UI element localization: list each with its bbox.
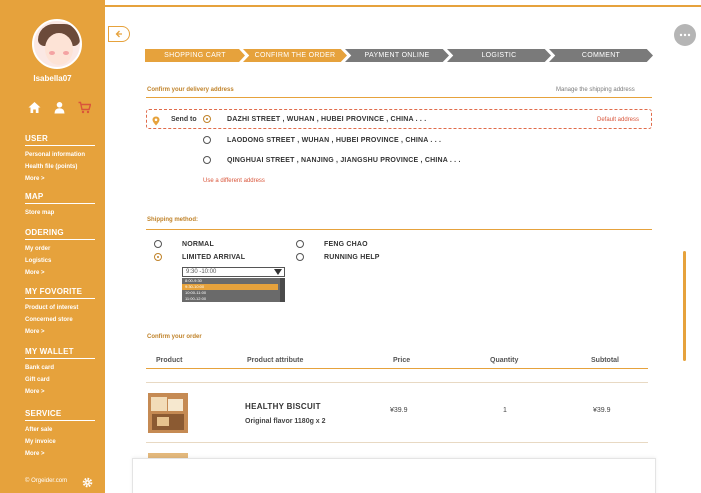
sidebar-section-favorite: MY FOVORITE Product of interest Concerne… xyxy=(25,287,95,338)
order-section-title: Confirm your order xyxy=(147,334,202,340)
sidebar-heading: SERVICE xyxy=(25,409,95,421)
address-option-3[interactable]: QINGHUAI STREET , NANJING , JIANGSHU PRO… xyxy=(227,157,461,164)
sidebar-item-my-invoice[interactable]: My invoice xyxy=(25,436,95,448)
send-to-label: Send to xyxy=(171,116,197,123)
sidebar-item-more[interactable]: More > xyxy=(25,267,95,279)
avatar[interactable] xyxy=(32,19,82,69)
sidebar-heading: MY WALLET xyxy=(25,347,95,359)
username: Isabella07 xyxy=(33,74,72,83)
user-icon[interactable] xyxy=(53,101,66,114)
sidebar-item-my-order[interactable]: My order xyxy=(25,243,95,255)
column-header-product: Product xyxy=(156,357,183,364)
address-option-1[interactable]: DAZHI STREET , WUHAN , HUBEI PROVINCE , … xyxy=(227,116,426,123)
step-logistic[interactable]: LOGISTIC xyxy=(447,49,551,62)
sidebar-item-personal-information[interactable]: Personal information xyxy=(25,149,95,161)
checkout-steps: SHOPPING CART CONFIRM THE ORDER PAYMENT … xyxy=(145,49,653,62)
chevron-down-icon[interactable] xyxy=(274,269,282,275)
column-header-attribute: Product attribute xyxy=(247,357,304,364)
manage-address-link[interactable]: Manage the shipping address xyxy=(556,87,635,93)
sidebar-item-more[interactable]: More > xyxy=(25,326,95,338)
step-comment[interactable]: COMMENT xyxy=(549,49,653,62)
sidebar-item-more[interactable]: More > xyxy=(25,386,95,398)
product-attribute: Original flavor 1180g x 2 xyxy=(245,418,326,425)
sidebar-item-product-of-interest[interactable]: Product of interest xyxy=(25,302,95,314)
shipping-section-title: Shipping method: xyxy=(147,217,198,223)
back-arrow-icon[interactable] xyxy=(108,26,130,42)
cart-icon[interactable] xyxy=(78,101,92,114)
sidebar-item-health-file[interactable]: Health file (points) xyxy=(25,161,95,173)
shipping-radio-running-help[interactable] xyxy=(296,253,304,261)
column-header-quantity: Quantity xyxy=(490,357,519,364)
gear-icon[interactable] xyxy=(82,475,93,488)
sidebar-item-concerned-store[interactable]: Concerned store xyxy=(25,314,95,326)
page-scrollbar[interactable] xyxy=(683,251,686,361)
product-quantity: 1 xyxy=(503,407,507,414)
sidebar-section-ordering: ODERING My order Logistics More > xyxy=(25,228,95,279)
sidebar-heading: USER xyxy=(25,134,95,146)
dropdown-scrollbar[interactable] xyxy=(280,278,285,302)
top-accent-line xyxy=(105,5,701,7)
step-shopping-cart[interactable]: SHOPPING CART xyxy=(145,49,245,62)
address-section-title: Confirm your delivery address xyxy=(147,87,234,93)
shipping-option-limited-arrival[interactable]: LIMITED ARRIVAL xyxy=(182,254,245,261)
divider xyxy=(146,229,652,230)
sidebar-item-after-sale[interactable]: After sale xyxy=(25,424,95,436)
sidebar-heading: MY FOVORITE xyxy=(25,287,95,299)
sidebar: Isabella07 USER Personal information Hea… xyxy=(0,0,105,493)
sidebar-item-logistics[interactable]: Logistics xyxy=(25,255,95,267)
product-subtotal: ¥39.9 xyxy=(593,407,611,414)
product-image[interactable] xyxy=(148,393,188,433)
delivery-time-dropdown: 8:00-9:30 9:30-10:00 10:00-11:00 11:00-1… xyxy=(182,278,285,302)
shipping-radio-feng-chao[interactable] xyxy=(296,240,304,248)
divider xyxy=(146,97,652,98)
sidebar-item-more[interactable]: More > xyxy=(25,173,95,185)
divider xyxy=(146,368,648,369)
address-option-2[interactable]: LAODONG STREET , WUHAN , HUBEI PROVINCE … xyxy=(227,137,441,144)
sidebar-item-store-map[interactable]: Store map xyxy=(25,207,95,219)
column-header-subtotal: Subtotal xyxy=(591,357,619,364)
quick-icons xyxy=(28,101,92,114)
shipping-option-running-help[interactable]: RUNNING HELP xyxy=(324,254,380,261)
shipping-option-normal[interactable]: NORMAL xyxy=(182,241,214,248)
sidebar-heading: ODERING xyxy=(25,228,95,240)
divider xyxy=(146,442,648,443)
sidebar-section-map: MAP Store map xyxy=(25,192,95,219)
column-header-price: Price xyxy=(393,357,411,364)
default-address-badge: Default address xyxy=(597,117,640,123)
delivery-time-select[interactable]: 9:30 -10:00 xyxy=(182,267,285,277)
sidebar-item-gift-card[interactable]: Gift card xyxy=(25,374,95,386)
sidebar-section-user: USER Personal information Health file (p… xyxy=(25,134,95,185)
address-radio-3[interactable] xyxy=(203,156,211,164)
sidebar-heading: MAP xyxy=(25,192,95,204)
home-icon[interactable] xyxy=(28,101,41,114)
divider xyxy=(146,382,648,383)
step-payment-online[interactable]: PAYMENT ONLINE xyxy=(345,49,449,62)
sidebar-item-bank-card[interactable]: Bank card xyxy=(25,362,95,374)
shipping-radio-normal[interactable] xyxy=(154,240,162,248)
time-option[interactable]: 11:00-12:00 xyxy=(182,296,278,302)
step-confirm-order[interactable]: CONFIRM THE ORDER xyxy=(243,49,347,62)
address-radio-1[interactable] xyxy=(203,115,211,123)
sidebar-section-service: SERVICE After sale My invoice More > xyxy=(25,409,95,460)
bottom-summary-panel xyxy=(132,458,656,493)
sidebar-item-more[interactable]: More > xyxy=(25,448,95,460)
product-name[interactable]: HEALTHY BISCUIT xyxy=(245,402,321,411)
address-radio-2[interactable] xyxy=(203,136,211,144)
copyright: © Orgeider.com xyxy=(25,478,68,484)
product-price: ¥39.9 xyxy=(390,407,408,414)
shipping-option-feng-chao[interactable]: FENG CHAO xyxy=(324,241,368,248)
location-pin-icon xyxy=(152,113,160,126)
more-icon[interactable] xyxy=(674,24,696,46)
use-different-address-link[interactable]: Use a different address xyxy=(203,178,265,184)
sidebar-section-wallet: MY WALLET Bank card Gift card More > xyxy=(25,347,95,398)
shipping-radio-limited-arrival[interactable] xyxy=(154,253,162,261)
delivery-time-value: 9:30 -10:00 xyxy=(186,269,217,275)
